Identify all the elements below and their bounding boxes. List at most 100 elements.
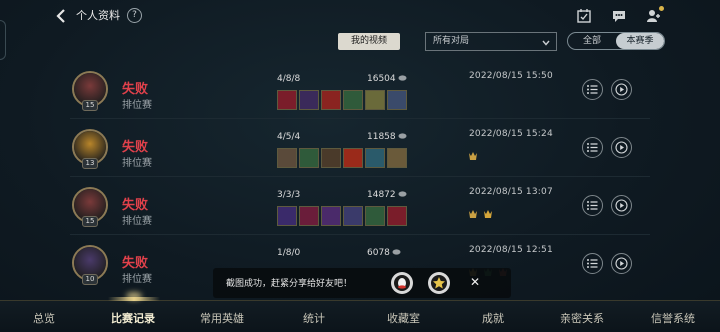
match-datetime: 2022/08/15 15:50 (469, 71, 553, 81)
calendar-check-icon[interactable] (576, 8, 592, 24)
chat-bubble-icon[interactable] (611, 8, 627, 24)
item-icon (321, 148, 341, 168)
notification-dot (659, 6, 664, 11)
item-icon (343, 90, 363, 110)
match-datetime: 2022/08/15 12:51 (469, 245, 553, 255)
screenshot-toast: 截图成功，赶紧分享给好友吧！ ✕ (213, 268, 511, 298)
match-row[interactable]: 15 失败 排位赛 4/8/8 16504 2022/08/15 15:50 (0, 60, 720, 118)
qq-share-icon[interactable] (391, 272, 413, 294)
segment-current-season[interactable]: 本赛季 (616, 33, 664, 49)
match-type-select[interactable]: 所有对局 (425, 32, 557, 51)
match-mode: 排位赛 (122, 216, 152, 227)
item-icon (365, 148, 385, 168)
match-mode: 排位赛 (122, 158, 152, 169)
gold-coin-icon (392, 248, 401, 255)
match-replay-button[interactable] (611, 79, 632, 100)
gold-value: 16504 (367, 74, 396, 84)
honor-medal-icon (467, 147, 479, 160)
item-icon (277, 90, 297, 110)
list-icon (587, 143, 598, 152)
nav-statistics[interactable]: 统计 (303, 310, 325, 326)
star-share-icon[interactable] (428, 272, 450, 294)
top-bar: 个人资料 ? (0, 0, 720, 32)
nav-match-history[interactable]: 比赛记录 (111, 310, 155, 326)
gold-value: 14872 (367, 190, 396, 200)
match-result: 失败 (122, 256, 149, 271)
match-detail-button[interactable] (582, 195, 603, 216)
my-video-button[interactable]: 我的视频 (338, 33, 400, 50)
honor-medal-icon (467, 205, 479, 218)
gold-coin-icon (398, 74, 407, 81)
segment-all[interactable]: 全部 (568, 33, 616, 49)
play-icon (615, 83, 628, 96)
gold-coin-icon (398, 190, 407, 197)
chevron-down-icon (542, 37, 550, 46)
list-icon (587, 85, 598, 94)
match-replay-button[interactable] (611, 137, 632, 158)
nav-common-heroes[interactable]: 常用英雄 (200, 310, 244, 326)
nav-achievements[interactable]: 成就 (482, 310, 504, 326)
match-detail-button[interactable] (582, 137, 603, 158)
item-icon (321, 90, 341, 110)
match-mode: 排位赛 (122, 100, 152, 111)
list-icon (587, 201, 598, 210)
list-icon (587, 259, 598, 268)
close-icon[interactable]: ✕ (470, 275, 480, 289)
gold-value: 6078 (367, 248, 390, 258)
honor-medal-icon (482, 205, 494, 218)
hero-level-badge: 15 (82, 216, 98, 227)
honor-list (467, 147, 479, 160)
kda-stat: 4/5/4 (277, 132, 301, 142)
item-build (277, 148, 407, 168)
gold-value: 11858 (367, 132, 396, 142)
match-replay-button[interactable] (611, 253, 632, 274)
nav-active-indicator (108, 297, 160, 301)
match-row[interactable]: 15 失败 排位赛 3/3/3 14872 2022/08/15 13:07 (0, 176, 720, 234)
match-result: 失败 (122, 198, 149, 213)
item-build (277, 90, 407, 110)
match-type-select-value: 所有对局 (433, 36, 470, 46)
item-icon (299, 90, 319, 110)
item-icon (365, 206, 385, 226)
kda-stat: 3/3/3 (277, 190, 301, 200)
kda-stat: 1/8/0 (277, 248, 301, 258)
nav-relationships[interactable]: 亲密关系 (560, 310, 604, 326)
honor-list (467, 205, 494, 218)
season-toggle: 全部 本赛季 (567, 32, 665, 50)
play-icon (615, 141, 628, 154)
match-result: 失败 (122, 140, 149, 155)
page-title: 个人资料 (76, 9, 120, 22)
item-icon (387, 90, 407, 110)
match-row[interactable]: 13 失败 排位赛 4/5/4 11858 2022/08/15 15:24 (0, 118, 720, 176)
item-icon (387, 206, 407, 226)
nav-overview[interactable]: 总览 (33, 310, 55, 326)
match-detail-button[interactable] (582, 253, 603, 274)
item-icon (277, 206, 297, 226)
item-icon (365, 90, 385, 110)
hero-level-badge: 15 (82, 100, 98, 111)
match-mode: 排位赛 (122, 274, 152, 285)
item-icon (387, 148, 407, 168)
play-icon (615, 199, 628, 212)
add-friend-icon[interactable] (646, 6, 664, 24)
item-icon (299, 206, 319, 226)
chevron-left-icon[interactable] (54, 8, 70, 24)
item-icon (343, 206, 363, 226)
toast-message: 截图成功，赶紧分享给好友吧！ (226, 279, 353, 289)
nav-collection[interactable]: 收藏室 (387, 310, 420, 326)
item-icon (321, 206, 341, 226)
hero-level-badge: 10 (82, 274, 98, 285)
item-icon (343, 148, 363, 168)
question-circle-icon[interactable]: ? (127, 8, 142, 23)
match-datetime: 2022/08/15 15:24 (469, 129, 553, 139)
item-icon (277, 148, 297, 168)
item-build (277, 206, 407, 226)
gold-coin-icon (398, 132, 407, 139)
item-icon (299, 148, 319, 168)
hero-level-badge: 13 (82, 158, 98, 169)
match-result: 失败 (122, 82, 149, 97)
match-replay-button[interactable] (611, 195, 632, 216)
play-icon (615, 257, 628, 270)
match-detail-button[interactable] (582, 79, 603, 100)
nav-honor-system[interactable]: 信誉系统 (651, 310, 695, 326)
